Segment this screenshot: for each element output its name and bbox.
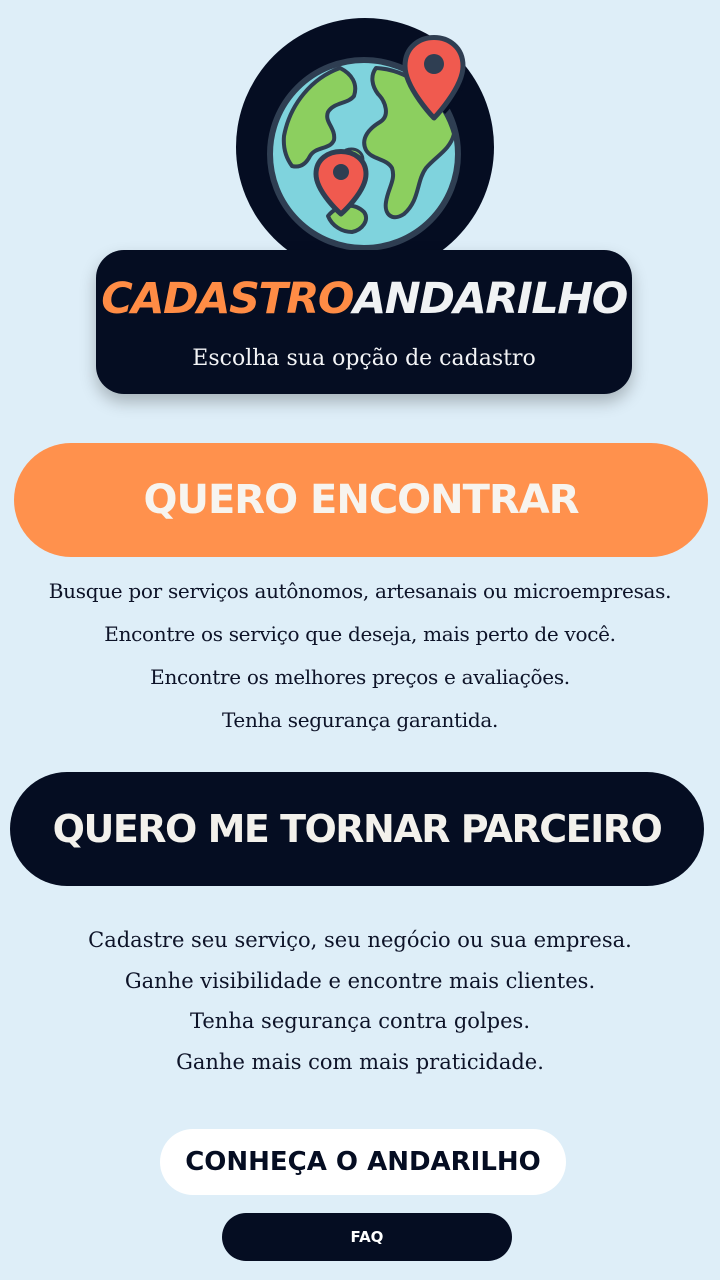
list-item: Encontre os melhores preços e avaliações…: [150, 665, 570, 689]
brand-title: CADASTROANDARILHO: [96, 274, 632, 324]
conheca-o-andarilho-button[interactable]: CONHEÇA O ANDARILHO: [160, 1129, 566, 1195]
brand-part-cadastro: CADASTRO: [101, 274, 354, 324]
brand-part-andarilho: ANDARILHO: [352, 274, 628, 324]
faq-button[interactable]: FAQ: [222, 1213, 512, 1261]
list-item: Ganhe mais com mais praticidade.: [176, 1049, 544, 1074]
list-item: Tenha segurança contra golpes.: [190, 1009, 530, 1033]
quero-encontrar-button[interactable]: QUERO ENCONTRAR: [14, 443, 708, 557]
title-card: CADASTROANDARILHO Escolha sua opção de c…: [96, 250, 632, 394]
find-benefits-list: Busque por serviços autônomos, artesanai…: [0, 570, 720, 742]
quero-me-tornar-parceiro-button[interactable]: QUERO ME TORNAR PARCEIRO: [10, 772, 704, 886]
list-item: Tenha segurança garantida.: [221, 708, 499, 732]
list-item: Busque por serviços autônomos, artesanai…: [48, 579, 672, 603]
page-subtitle: Escolha sua opção de cadastro: [192, 346, 536, 371]
list-item: Ganhe visibilidade e encontre mais clien…: [124, 968, 596, 993]
globe-logo: [236, 18, 494, 276]
list-item: Cadastre seu serviço, seu negócio ou sua…: [88, 928, 632, 952]
partner-benefits-list: Cadastre seu serviço, seu negócio ou sua…: [0, 920, 720, 1082]
globe-with-pins-icon: [236, 18, 494, 276]
list-item: Encontre os serviço que deseja, mais per…: [104, 622, 616, 646]
